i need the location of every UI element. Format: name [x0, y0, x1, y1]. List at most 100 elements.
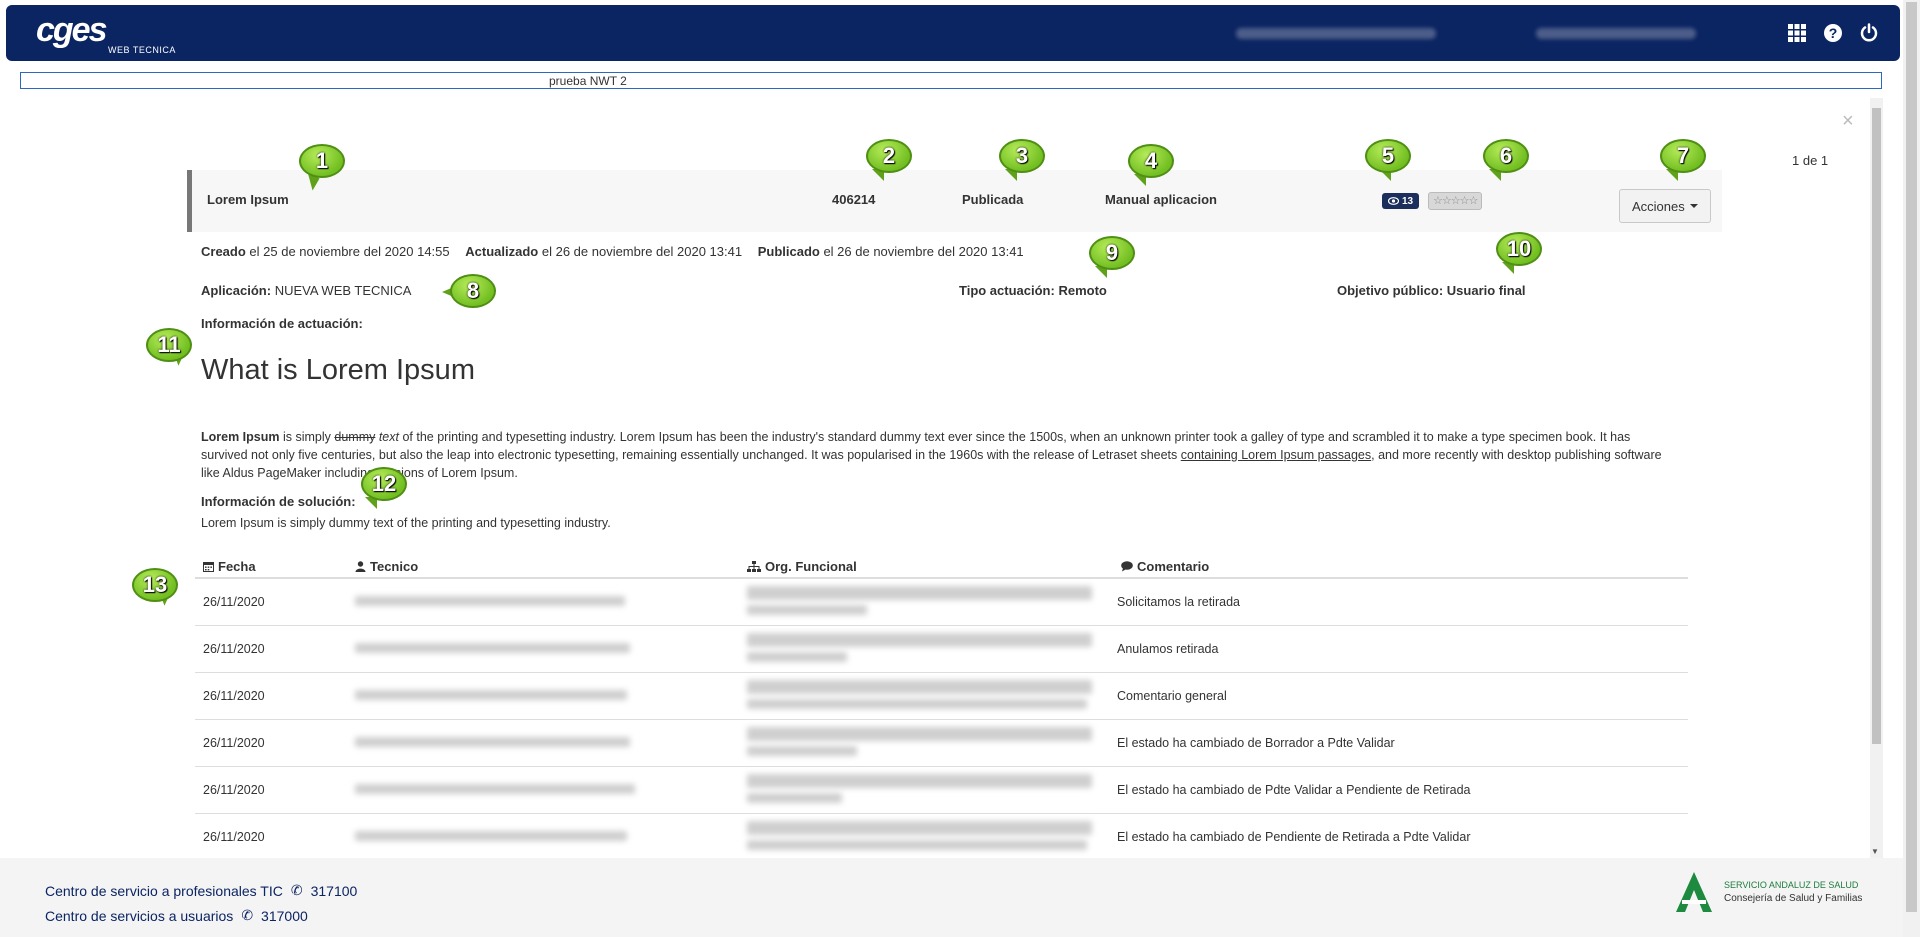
views-count: 13 — [1402, 195, 1414, 207]
caret-down-icon — [1689, 204, 1698, 208]
cell-fecha: 26/11/2020 — [203, 736, 265, 750]
content-scroll-thumb[interactable] — [1872, 108, 1881, 744]
info-solucion-text: Información de solución: — [201, 494, 356, 509]
objetivo-value: Usuario final — [1446, 283, 1526, 298]
callout-5: 5 — [1365, 139, 1413, 181]
callout-4: 4 — [1128, 144, 1176, 186]
th-org-label: Org. Funcional — [765, 559, 857, 574]
sas-logo: SERVICIO ANDALUZ DE SALUD Consejería de … — [1672, 870, 1862, 914]
phone-icon: ✆ — [241, 907, 254, 923]
acciones-dropdown-button[interactable]: Acciones — [1619, 189, 1711, 223]
table-row: 26/11/2020 El estado ha cambiado de Pdte … — [195, 767, 1688, 814]
page-scrollbar[interactable] — [1903, 0, 1920, 937]
app-field: Aplicación: NUEVA WEB TECNICA — [201, 283, 411, 298]
callout-3: 3 — [999, 139, 1047, 181]
header-icons: ? — [1786, 22, 1880, 44]
comment-icon — [1121, 561, 1133, 572]
history-table: Fecha Tecnico Org. Funcional Comentario … — [195, 553, 1688, 858]
cell-comentario: Solicitamos la retirada — [1117, 595, 1240, 609]
blurred-user-name — [1236, 28, 1436, 39]
para-italic: text — [375, 430, 399, 444]
cell-org-redacted-line2 — [747, 840, 1087, 850]
cell-fecha: 26/11/2020 — [203, 642, 265, 656]
dates-line: Creado el 25 de noviembre del 2020 14:55… — [201, 244, 1024, 259]
user-icon — [355, 561, 366, 572]
footer-line-profesionales: Centro de servicio a profesionales TIC ✆… — [45, 882, 357, 899]
callout-12: 12 — [361, 467, 409, 509]
footer: Centro de servicio a profesionales TIC ✆… — [0, 858, 1920, 937]
cell-org-redacted — [747, 586, 1092, 600]
summary-status: Publicada — [962, 192, 1024, 207]
cell-org-redacted — [747, 774, 1092, 788]
rating-stars[interactable]: ☆☆☆☆☆ — [1428, 192, 1483, 210]
grid-icon[interactable] — [1786, 22, 1808, 44]
cell-org-redacted — [747, 821, 1092, 835]
power-icon[interactable] — [1858, 22, 1880, 44]
help-icon[interactable]: ? — [1822, 22, 1844, 44]
cell-fecha: 26/11/2020 — [203, 783, 265, 797]
para-strike: dummy — [334, 430, 376, 444]
cell-tecnico-redacted — [355, 596, 625, 606]
cell-org-redacted — [747, 680, 1092, 694]
subtitle-box: prueba NWT 2 — [20, 72, 1882, 89]
table-row: 26/11/2020 Comentario general — [195, 673, 1688, 720]
logo-subtext: WEB TECNICA — [108, 45, 176, 55]
summary-title: Lorem Ipsum — [207, 192, 289, 207]
tipo-field: Tipo actuación: Remoto — [959, 283, 1107, 298]
summary-id: 406214 — [832, 192, 876, 207]
sas-logo-line2: Consejería de Salud y Familias — [1724, 893, 1863, 904]
footer-line2-text: Centro de servicios a usuarios — [45, 907, 234, 924]
cell-tecnico-redacted — [355, 737, 630, 747]
th-fecha: Fecha — [203, 559, 256, 574]
created-value: el 25 de noviembre del 2020 14:55 — [249, 244, 450, 259]
updated-value: el 26 de noviembre del 2020 13:41 — [541, 244, 743, 259]
eye-icon — [1388, 197, 1399, 205]
calendar-icon — [203, 562, 214, 572]
article-content: × 1 de 1 Lorem Ipsum 406214 Publicada Ma… — [20, 98, 1870, 858]
callout-8: 8 — [442, 274, 498, 312]
sitemap-icon — [747, 561, 761, 572]
solucion-text: Lorem Ipsum is simply dummy text of the … — [201, 516, 611, 530]
callout-13: 13 — [132, 568, 180, 606]
cell-tecnico-redacted — [355, 784, 635, 794]
close-icon[interactable]: × — [1842, 110, 1854, 133]
cell-fecha: 26/11/2020 — [203, 689, 265, 703]
acciones-label: Acciones — [1632, 198, 1685, 214]
sas-logo-line1: SERVICIO ANDALUZ DE SALUD — [1724, 880, 1859, 890]
info-actuacion-label: Información de actuación: — [201, 316, 363, 331]
table-row: 26/11/2020 El estado ha cambiado de Borra… — [195, 720, 1688, 767]
created-label: Creado — [201, 244, 246, 259]
th-tecnico-label: Tecnico — [370, 559, 419, 574]
footer-line2-phone[interactable]: 317000 — [261, 908, 308, 924]
page-scroll-thumb[interactable] — [1906, 2, 1917, 912]
footer-line1-phone[interactable]: 317100 — [311, 883, 358, 899]
published-label: Publicado — [757, 244, 820, 259]
article-heading: What is Lorem Ipsum — [201, 354, 475, 386]
summary-type: Manual aplicacion — [1105, 192, 1217, 207]
cell-tecnico-redacted — [355, 690, 627, 700]
para-bold: Lorem Ipsum — [201, 430, 280, 444]
table-header: Fecha Tecnico Org. Funcional Comentario — [195, 553, 1688, 579]
cell-comentario: Anulamos retirada — [1117, 642, 1219, 656]
callout-10: 10 — [1496, 232, 1544, 274]
callout-9: 9 — [1089, 236, 1137, 278]
para-link[interactable]: containing Lorem Ipsum passages — [1181, 448, 1371, 462]
table-body: 26/11/2020 Solicitamos la retirada 26/11/2… — [195, 579, 1688, 858]
cell-comentario: El estado ha cambiado de Pdte Validar a … — [1117, 783, 1471, 797]
app-label: Aplicación: — [201, 283, 272, 298]
callout-11: 11 — [146, 328, 194, 366]
views-badge: 13 — [1382, 193, 1420, 209]
cges-logo[interactable]: cges WEB TECNICA — [36, 13, 175, 55]
cell-org-redacted — [747, 727, 1092, 741]
phone-icon: ✆ — [290, 882, 303, 898]
cell-org-redacted-line2 — [747, 605, 867, 615]
cell-comentario: El estado ha cambiado de Pendiente de Re… — [1117, 830, 1471, 844]
cell-tecnico-redacted — [355, 831, 627, 841]
cell-fecha: 26/11/2020 — [203, 595, 265, 609]
th-tecnico: Tecnico — [355, 559, 418, 574]
cell-org-redacted-line2 — [747, 652, 847, 662]
content-scrollbar[interactable]: ▼ — [1870, 98, 1883, 858]
junta-andalucia-logo-icon — [1676, 872, 1712, 912]
scroll-down-icon[interactable]: ▼ — [1871, 847, 1879, 856]
th-fecha-label: Fecha — [218, 559, 256, 574]
